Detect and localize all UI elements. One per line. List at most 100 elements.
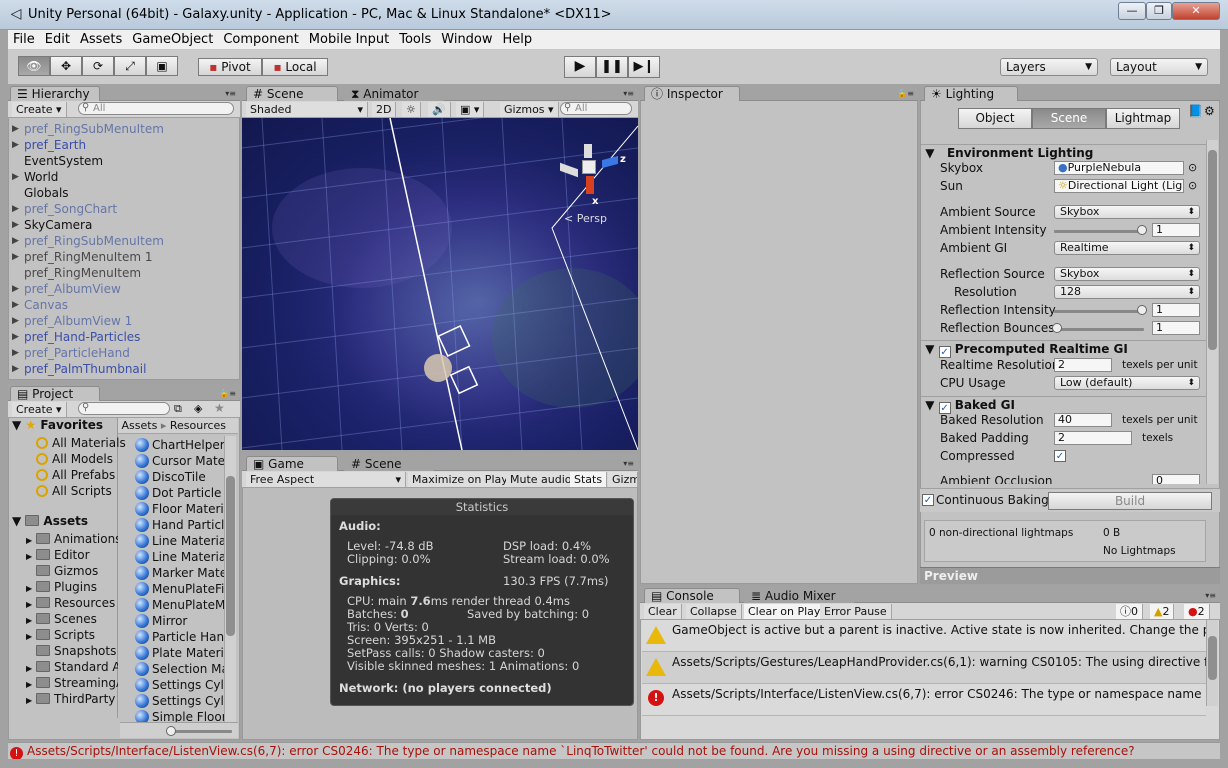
expand-arrow-icon[interactable]: ▶ — [26, 632, 36, 641]
game-gizmos-toggle[interactable]: Gizmos — [608, 472, 638, 487]
assets-node[interactable]: ▼ Assets — [12, 514, 88, 528]
folder-item[interactable]: ▶ StreamingAssets — [26, 676, 118, 690]
folder-item[interactable]: ▶ Plugins — [26, 580, 118, 594]
scale-tool-button[interactable]: ⤢ — [114, 56, 146, 76]
expand-arrow-icon[interactable]: ▶ — [12, 316, 19, 326]
asset-item[interactable]: MenuPlateMat — [152, 598, 224, 612]
panel-menu-icon[interactable]: ▾≡ — [623, 89, 634, 98]
asset-item[interactable]: Settings Cylinder — [152, 678, 224, 692]
expand-arrow-icon[interactable]: ▶ — [12, 348, 19, 358]
help-book-icon[interactable]: 📘 — [1188, 104, 1203, 118]
gizmo-neg-axis[interactable] — [560, 162, 578, 178]
baked-resolution-field[interactable]: 40 — [1054, 413, 1112, 427]
expand-arrow-icon[interactable]: ▶ — [12, 172, 19, 182]
lighting-scrollbar[interactable] — [1206, 140, 1218, 484]
asset-item[interactable]: Cursor Material — [152, 454, 224, 468]
lighting-mode-lightmap[interactable]: Lightmap — [1106, 108, 1180, 129]
project-create-button[interactable]: Create ▾ — [12, 402, 67, 417]
favorite-item[interactable]: All Scripts — [36, 484, 112, 498]
tab-lighting[interactable]: ☀ Lighting — [924, 86, 1018, 101]
sun-field[interactable]: ☼Directional Light (Light) — [1054, 179, 1184, 193]
object-picker-icon[interactable]: ⊙ — [1188, 179, 1197, 192]
hand-tool-button[interactable]: 👁 — [18, 56, 50, 76]
hierarchy-item[interactable]: SkyCamera — [24, 218, 92, 232]
expand-arrow-icon[interactable]: ▶ — [12, 140, 19, 150]
asset-item[interactable]: Particle Hand — [152, 630, 224, 644]
2d-toggle[interactable]: 2D — [372, 102, 397, 117]
hierarchy-item[interactable]: pref_RingMenuItem — [24, 266, 141, 280]
scene-orientation-gizmo[interactable]: z x — [556, 144, 626, 214]
folder-item[interactable]: ▶ Editor — [26, 548, 118, 562]
asset-item[interactable]: Line Material — [152, 534, 224, 548]
expand-arrow-icon[interactable]: ▶ — [12, 300, 19, 310]
tab-scene-2[interactable]: # Scene — [344, 456, 434, 471]
tab-console[interactable]: ▤ Console — [644, 588, 740, 603]
asset-item[interactable]: Settings Cylinder — [152, 694, 224, 708]
close-button[interactable]: ✕ — [1172, 2, 1220, 20]
favorite-item[interactable]: All Prefabs — [36, 468, 115, 482]
hierarchy-item[interactable]: Globals — [24, 186, 69, 200]
scrollbar-thumb[interactable] — [1208, 150, 1217, 350]
ambient-intensity-field[interactable]: 1 — [1152, 223, 1200, 237]
maximize-on-play-toggle[interactable]: Maximize on Play — [408, 472, 513, 487]
zoom-slider-knob[interactable] — [166, 726, 176, 736]
console-row[interactable]: GameObject is active but a parent is ina… — [642, 620, 1206, 652]
pause-button[interactable]: ❚❚ — [596, 56, 628, 78]
expand-arrow-icon[interactable]: ▶ — [26, 696, 36, 705]
minimize-button[interactable]: — — [1118, 2, 1146, 20]
hierarchy-item[interactable]: pref_AlbumView — [24, 282, 121, 296]
local-toggle[interactable]: ▪ Local — [262, 58, 328, 76]
resolution-dropdown[interactable]: 128 — [1054, 285, 1200, 299]
reflection-intensity-knob[interactable] — [1137, 305, 1147, 315]
asset-item[interactable]: Hand Particle — [152, 518, 224, 532]
folder-item[interactable]: Gizmos — [26, 564, 118, 578]
status-bar[interactable]: ! Assets/Scripts/Interface/ListenView.cs(… — [8, 742, 1220, 759]
hierarchy-item[interactable]: pref_RingSubMenuItem — [24, 122, 164, 136]
expand-arrow-icon[interactable]: ▶ — [12, 364, 19, 374]
hierarchy-item[interactable]: pref_ParticleHand — [24, 346, 130, 360]
console-error-pause-toggle[interactable]: Error Pause — [820, 604, 892, 619]
scrollbar-thumb[interactable] — [226, 476, 235, 636]
scrollbar-thumb[interactable] — [1208, 636, 1217, 680]
console-error-filter[interactable]: ●2 — [1184, 604, 1210, 619]
console-scrollbar[interactable] — [1206, 620, 1218, 706]
favorite-item[interactable]: All Materials — [36, 436, 126, 450]
hierarchy-item[interactable]: EventSystem — [24, 154, 103, 168]
scene-search-input[interactable]: All — [560, 102, 632, 115]
console-row[interactable]: ! Assets/Scripts/Interface/ListenView.cs(… — [642, 684, 1206, 716]
scene-lighting-toggle[interactable]: ☼ — [402, 102, 421, 117]
persp-label[interactable]: < Persp — [564, 212, 607, 225]
project-scrollbar[interactable] — [224, 436, 236, 722]
move-tool-button[interactable]: ✥ — [50, 56, 82, 76]
expand-arrow-icon[interactable]: ▶ — [26, 600, 36, 609]
reflection-source-dropdown[interactable]: Skybox — [1054, 267, 1200, 281]
ambient-occlusion-field[interactable]: 0 — [1152, 474, 1200, 484]
asset-item[interactable]: Marker Material — [152, 566, 224, 580]
expand-arrow-icon[interactable]: ▶ — [12, 204, 19, 214]
filter-type-icon[interactable]: ⧉ — [174, 402, 182, 416]
scene-viewport[interactable]: z x < Persp — [242, 118, 638, 450]
expand-arrow-icon[interactable]: ▶ — [26, 584, 36, 593]
menu-assets[interactable]: Assets — [75, 30, 127, 47]
hand-object[interactable] — [424, 354, 452, 382]
expand-arrow-icon[interactable]: ▶ — [12, 252, 19, 262]
cpu-usage-dropdown[interactable]: Low (default) — [1054, 376, 1200, 390]
tab-scene[interactable]: # Scene — [246, 86, 338, 101]
realtime-resolution-field[interactable]: 2 — [1054, 358, 1112, 372]
expand-arrow-icon[interactable]: ▶ — [12, 220, 19, 230]
asset-item[interactable]: Selection Mat — [152, 662, 224, 676]
menu-mobile-input[interactable]: Mobile Input — [304, 30, 394, 47]
ambient-intensity-knob[interactable] — [1137, 225, 1147, 235]
expand-arrow-icon[interactable]: ▶ — [26, 552, 36, 561]
shading-mode-dropdown[interactable]: Shaded ▾ — [246, 102, 368, 117]
console-info-filter[interactable]: ⓘ0 — [1116, 604, 1143, 619]
rect-tool-button[interactable]: ▣ — [146, 56, 178, 76]
project-search-input[interactable] — [78, 402, 170, 415]
gizmos-dropdown[interactable]: Gizmos ▾ — [500, 102, 559, 117]
scene-audio-toggle[interactable]: 🔊 — [428, 102, 451, 117]
favorite-star-icon[interactable]: ★ — [214, 401, 225, 415]
console-row[interactable]: Assets/Scripts/Gestures/LeapHandProvider… — [642, 652, 1206, 684]
panel-menu-icon[interactable]: ▾≡ — [225, 89, 236, 98]
precomputed-gi-checkbox[interactable]: ✓ — [938, 346, 951, 358]
menu-tools[interactable]: Tools — [394, 30, 436, 47]
